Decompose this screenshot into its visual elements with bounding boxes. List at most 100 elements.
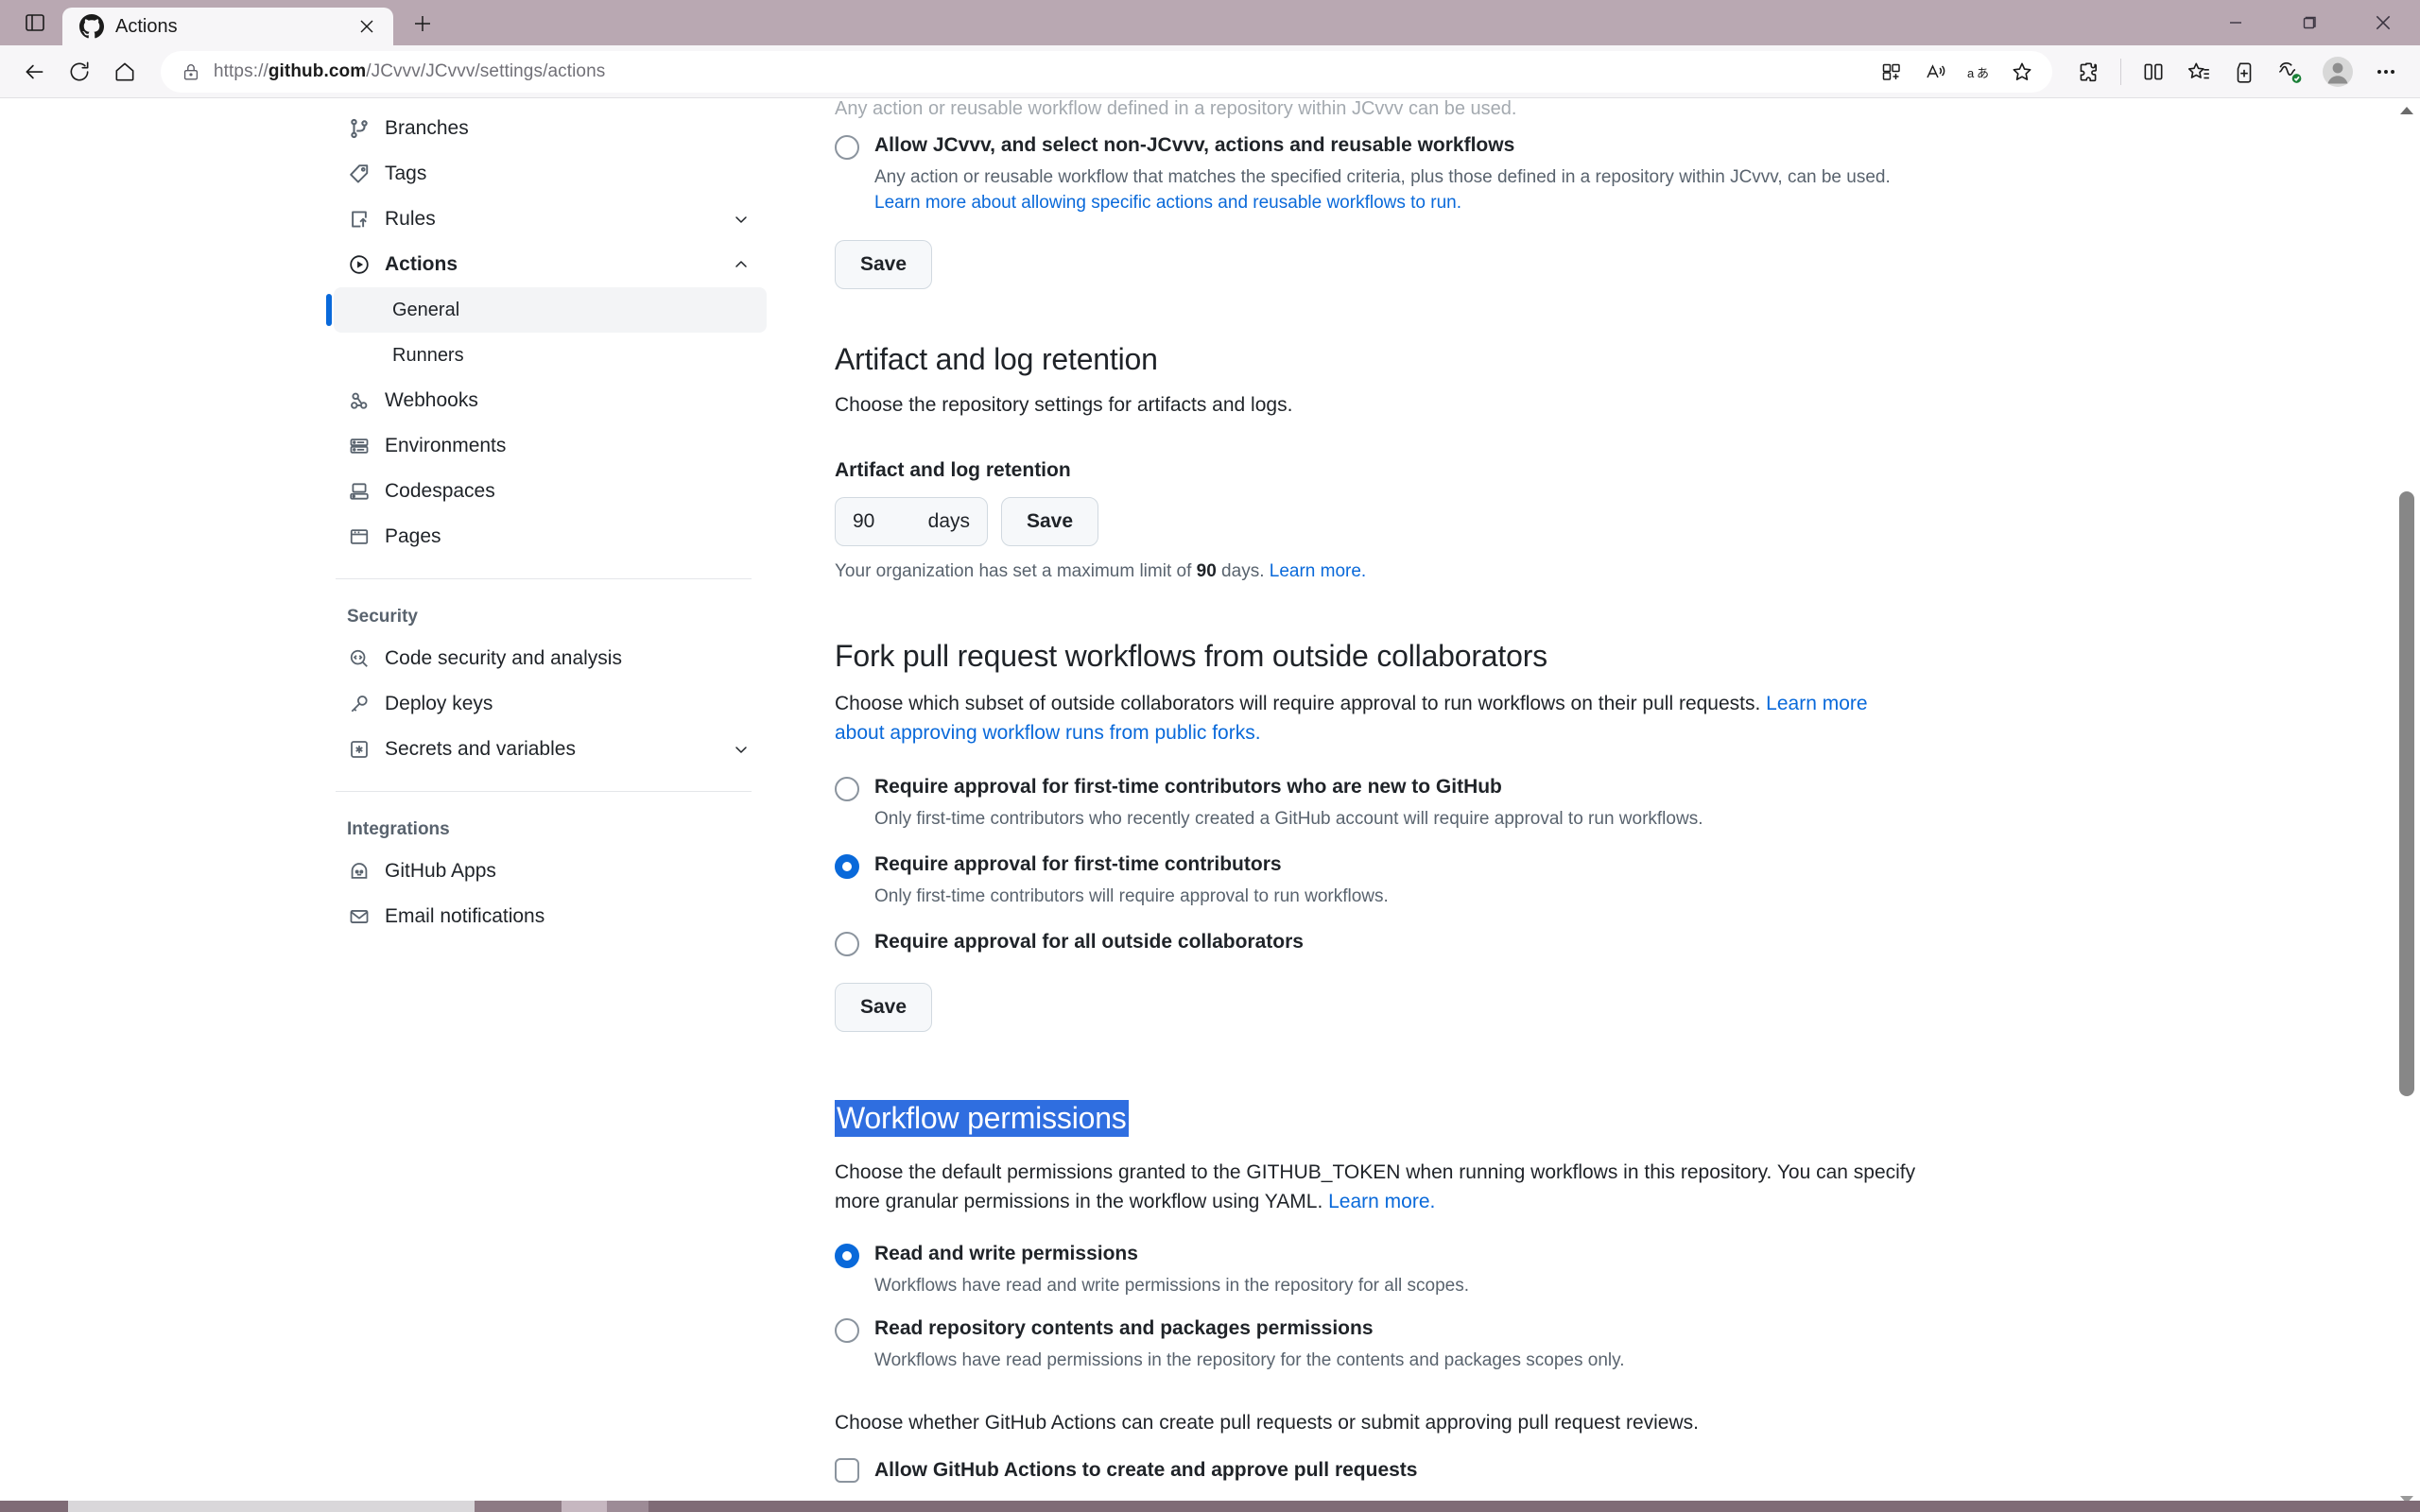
sidebar-item-pages[interactable]: Pages — [326, 514, 767, 559]
browser-tab[interactable]: Actions — [62, 8, 393, 45]
home-icon[interactable] — [104, 51, 146, 93]
chevron-down-icon[interactable] — [731, 209, 752, 230]
fork-pr-workflows-section: Fork pull request workflows from outside… — [835, 639, 1939, 1032]
scroll-up-arrow-icon[interactable] — [2394, 98, 2420, 123]
mail-icon — [347, 904, 372, 929]
radio-first-time-contributors[interactable]: Require approval for first-time contribu… — [835, 851, 1939, 880]
tab-search-icon[interactable] — [18, 6, 52, 40]
radio-help-text: Workflows have read and write permission… — [874, 1275, 1470, 1296]
profile-avatar-icon[interactable] — [2314, 48, 2361, 95]
address-bar[interactable]: https://github.com/JCvvv/JCvvv/settings/… — [161, 50, 2052, 93]
radio-label: Read and write permissions — [874, 1242, 1138, 1264]
scrollbar-thumb[interactable] — [2399, 491, 2414, 1096]
checkbox-indicator[interactable] — [835, 1458, 859, 1484]
settings-more-icon[interactable] — [2365, 51, 2407, 93]
add-favorite-icon[interactable] — [2223, 51, 2265, 93]
save-button[interactable]: Save — [835, 240, 933, 290]
radio-indicator[interactable] — [835, 1318, 859, 1344]
sidebar-item-deploy-keys[interactable]: Deploy keys — [326, 681, 767, 727]
sidebar-item-branches[interactable]: Branches — [326, 106, 767, 151]
minimize-icon[interactable] — [2199, 0, 2273, 45]
chevron-up-icon[interactable] — [731, 254, 752, 275]
fork-pr-option: Require approval for first-time contribu… — [835, 774, 1939, 833]
radio-all-outside-collaborators[interactable]: Require approval for all outside collabo… — [835, 929, 1939, 956]
learn-more-link[interactable]: Learn more. — [1270, 561, 1366, 581]
taskbar-segment — [562, 1501, 607, 1512]
play-circle-icon — [347, 252, 372, 277]
git-branch-icon — [347, 116, 372, 141]
sidebar-item-webhooks[interactable]: Webhooks — [326, 378, 767, 423]
taskbar-segment — [607, 1501, 648, 1512]
radio-help-text: Only first-time contributors will requir… — [874, 886, 1389, 907]
page-scrollbar[interactable] — [2394, 98, 2420, 1512]
extensions-icon[interactable] — [2067, 51, 2109, 93]
note-suffix: days. — [1216, 561, 1270, 582]
maximize-icon[interactable] — [2273, 0, 2346, 45]
sidebar-item-environments[interactable]: Environments — [326, 423, 767, 469]
sidebar-item-label: Runners — [392, 344, 464, 366]
sidebar-item-actions[interactable]: Actions — [326, 242, 767, 287]
collections-icon[interactable] — [2178, 51, 2220, 93]
address-bar-url: https://github.com/JCvvv/JCvvv/settings/… — [214, 60, 606, 81]
sidebar-item-label: Branches — [385, 117, 469, 139]
sidebar-item-codespaces[interactable]: Codespaces — [326, 469, 767, 514]
browser-essentials-icon[interactable] — [2269, 51, 2310, 93]
sidebar-item-github-apps[interactable]: GitHub Apps — [326, 849, 767, 894]
sidebar-item-label: Webhooks — [385, 389, 478, 411]
section-description: Choose the repository settings for artif… — [835, 394, 1293, 417]
favorite-star-icon[interactable] — [2001, 51, 2043, 93]
scrollbar-track[interactable] — [2394, 123, 2420, 1487]
workflow-permission-option: Read repository contents and packages pe… — [835, 1315, 1939, 1374]
radio-indicator[interactable] — [835, 854, 859, 880]
refresh-icon[interactable] — [59, 51, 100, 93]
translate-icon[interactable]: a あ — [1958, 51, 1999, 93]
sidebar-item-label: Environments — [385, 435, 507, 456]
sidebar-item-runners[interactable]: Runners — [334, 333, 767, 378]
radio-label: Require approval for all outside collabo… — [874, 930, 1304, 953]
radio-read-and-write-permissions[interactable]: Read and write permissions — [835, 1241, 1939, 1268]
workflow-permissions-section: Workflow permissions Choose the default … — [835, 1099, 1939, 1512]
retention-days-unit: days — [927, 510, 970, 533]
radio-indicator[interactable] — [835, 1243, 859, 1268]
omnibox-action-icons: a あ — [1871, 51, 2043, 93]
page-section-title-workflow-permissions: Workflow permissions — [835, 1099, 1129, 1137]
retention-days-value: 90 — [853, 510, 875, 533]
close-icon[interactable] — [352, 11, 382, 42]
sidebar-item-tags[interactable]: Tags — [326, 151, 767, 197]
asterisk-box-icon — [347, 737, 372, 762]
radio-indicator[interactable] — [835, 777, 859, 802]
back-arrow-icon[interactable] — [13, 51, 55, 93]
save-button[interactable]: Save — [1001, 497, 1099, 547]
tab-actions-area — [8, 0, 62, 45]
sidebar-item-secrets-and-variables[interactable]: Secrets and variables — [326, 727, 767, 772]
chevron-down-icon[interactable] — [731, 739, 752, 760]
radio-allow-jcvvv-and-select[interactable]: Allow JCvvv, and select non-JCvvv, actio… — [835, 132, 1939, 160]
split-screen-icon[interactable] — [2133, 51, 2174, 93]
rules-icon — [347, 207, 372, 232]
sidebar-item-label: Rules — [385, 208, 436, 230]
github-app-icon — [347, 859, 372, 884]
radio-read-repository-contents-and-packages[interactable]: Read repository contents and packages pe… — [835, 1315, 1939, 1344]
checkbox-allow-actions-create-approve-prs[interactable]: Allow GitHub Actions to create and appro… — [835, 1458, 1939, 1484]
taskbar-segment — [648, 1501, 2420, 1512]
learn-more-link[interactable]: Learn more. — [1328, 1191, 1435, 1212]
radio-first-time-new-to-github[interactable]: Require approval for first-time contribu… — [835, 774, 1939, 802]
sidebar-item-label: General — [392, 299, 460, 320]
learn-more-link[interactable]: Learn more about allowing specific actio… — [874, 193, 1461, 213]
read-aloud-icon[interactable] — [1914, 51, 1956, 93]
sidebar-item-rules[interactable]: Rules — [326, 197, 767, 242]
new-tab-icon[interactable] — [403, 4, 442, 43]
toolbar-divider — [2120, 58, 2121, 85]
radio-indicator[interactable] — [835, 931, 859, 956]
retention-days-input[interactable]: 90 days — [835, 497, 988, 547]
save-button[interactable]: Save — [835, 982, 933, 1032]
close-icon[interactable] — [2346, 0, 2420, 45]
section-heading: Fork pull request workflows from outside… — [835, 639, 1547, 674]
split-screen-icon[interactable] — [1871, 51, 1912, 93]
sidebar-item-general[interactable]: General — [326, 287, 767, 333]
artifact-retention-section: Artifact and log retention Choose the re… — [835, 342, 1939, 582]
radio-indicator[interactable] — [835, 135, 859, 160]
sidebar-item-email-notifications[interactable]: Email notifications — [326, 894, 767, 939]
tab-title: Actions — [115, 15, 178, 37]
sidebar-item-code-security-and-analysis[interactable]: Code security and analysis — [326, 636, 767, 681]
